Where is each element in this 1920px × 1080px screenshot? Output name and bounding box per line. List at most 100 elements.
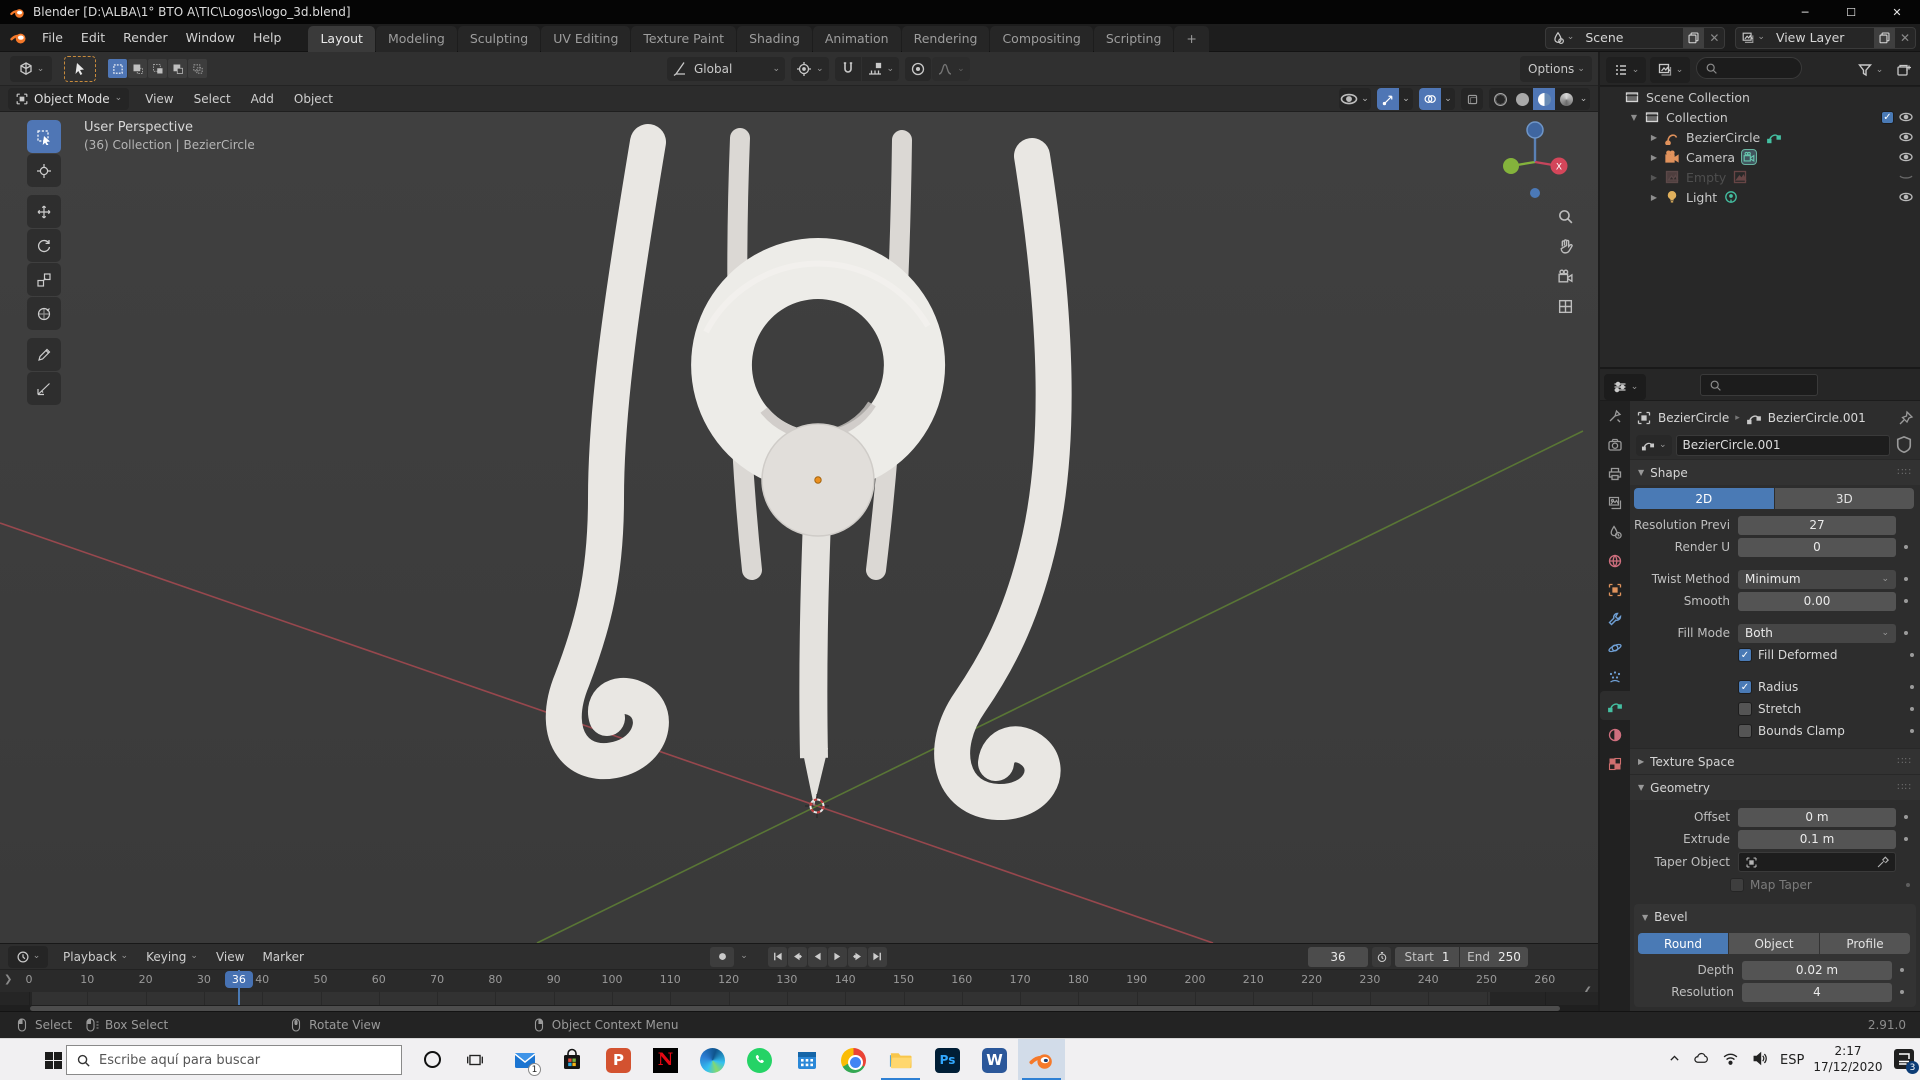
properties-tab-curve-data[interactable] — [1600, 691, 1630, 720]
tool-annotate[interactable] — [27, 338, 61, 371]
outliner-row-light[interactable]: ▶Light — [1600, 187, 1920, 207]
search-input[interactable] — [99, 1053, 392, 1068]
snap-target-dropdown[interactable]: ⌄ — [862, 57, 900, 81]
viewport-menu-view[interactable]: View — [135, 92, 183, 106]
viewport-menu-select[interactable]: Select — [184, 92, 241, 106]
properties-tab-render[interactable] — [1600, 430, 1630, 459]
outliner-row-beziercircle[interactable]: ▶BezierCircle — [1600, 127, 1920, 147]
current-frame-field[interactable]: 36 — [1308, 947, 1368, 967]
tab-rendering[interactable]: Rendering — [902, 26, 990, 52]
animate-dot[interactable] — [1904, 545, 1908, 549]
maximize-button[interactable]: ☐ — [1828, 0, 1874, 24]
properties-tab-modifiers[interactable] — [1600, 604, 1630, 633]
properties-editor-type-button[interactable]: ⌄ — [1604, 374, 1646, 400]
properties-tab-texture[interactable] — [1600, 749, 1630, 778]
scene-selector[interactable]: ⌄ Scene ✕ — [1545, 27, 1726, 49]
bevel-resolution-field[interactable]: 4 — [1742, 983, 1892, 1002]
shield-fake-user-icon[interactable] — [1894, 435, 1914, 455]
transform-orientation-dropdown[interactable]: Global ⌄ — [667, 57, 785, 81]
tool-scale[interactable] — [27, 263, 61, 296]
eye-open-icon[interactable] — [1898, 149, 1914, 165]
tab-scripting[interactable]: Scripting — [1094, 26, 1174, 52]
xray-toggle[interactable] — [1461, 88, 1483, 110]
close-button[interactable]: ✕ — [1874, 0, 1920, 24]
keying-set-dropdown[interactable]: ⌄ — [736, 947, 752, 967]
use-preview-range-toggle[interactable] — [1372, 947, 1391, 967]
expand-channels-icon[interactable]: ❯ — [4, 974, 12, 985]
taskbar-photoshop[interactable]: Ps — [924, 1039, 971, 1080]
checkbox-bounds-clamp[interactable] — [1738, 724, 1752, 738]
bevel-profile-button[interactable]: Profile — [1820, 933, 1910, 954]
unlink-scene-icon[interactable]: ✕ — [1704, 31, 1724, 45]
proportional-editing-toggle[interactable] — [905, 57, 931, 81]
outliner-search[interactable] — [1696, 57, 1802, 79]
view-layer-name[interactable]: View Layer — [1770, 30, 1874, 45]
timeline-menu-marker[interactable]: Marker — [253, 950, 312, 964]
timeline-menu-keying[interactable]: Keying⌄ — [137, 950, 207, 964]
properties-tab-view-layer[interactable] — [1600, 488, 1630, 517]
checkbox-fill-deformed[interactable]: ✓ — [1738, 648, 1752, 662]
breadcrumb-data[interactable]: BezierCircle.001 — [1768, 411, 1866, 425]
disclosure-right-icon[interactable]: ▶ — [1648, 153, 1660, 162]
cortana-icon[interactable] — [424, 1051, 441, 1068]
new-view-layer-button[interactable] — [1874, 28, 1895, 48]
timeline-menu-playback[interactable]: Playback⌄ — [54, 950, 137, 964]
play-reverse-button[interactable] — [808, 947, 827, 967]
properties-tab-scene[interactable] — [1600, 517, 1630, 546]
taskbar-blender[interactable] — [1018, 1039, 1065, 1080]
tool-select-box[interactable] — [27, 120, 61, 153]
taskbar-explorer[interactable] — [877, 1039, 924, 1080]
taskbar-word[interactable]: W — [971, 1039, 1018, 1080]
outliner-row-empty[interactable]: ▶Empty — [1600, 167, 1920, 187]
select-mode-subtract[interactable] — [148, 59, 167, 78]
outliner-display-mode-dropdown[interactable]: ⌄ — [1650, 57, 1690, 83]
menu-file[interactable]: File — [33, 30, 72, 45]
auto-keyframe-toggle[interactable] — [710, 947, 734, 967]
properties-tab-particles[interactable] — [1600, 662, 1630, 691]
outliner-row-collection[interactable]: ▼Collection ✓ — [1600, 107, 1920, 127]
shading-wireframe-button[interactable] — [1489, 88, 1511, 110]
bevel-round-button[interactable]: Round — [1638, 933, 1728, 954]
tab-add[interactable]: + — [1174, 26, 1208, 52]
volume-icon[interactable] — [1751, 1050, 1768, 1070]
editor-type-button[interactable]: ⌄ — [10, 56, 52, 82]
select-mode-extend[interactable] — [128, 59, 147, 78]
taskbar-calendar[interactable] — [783, 1039, 830, 1080]
tab-uv-editing[interactable]: UV Editing — [541, 26, 630, 52]
tool-move[interactable] — [27, 195, 61, 228]
offset-field[interactable]: 0 m — [1738, 808, 1896, 827]
snap-toggle[interactable] — [835, 57, 861, 81]
minimize-button[interactable]: ─ — [1782, 0, 1828, 24]
tab-compositing[interactable]: Compositing — [990, 26, 1092, 52]
language-indicator[interactable]: ESP — [1780, 1053, 1804, 1068]
disclosure-right-icon[interactable]: ▶ — [1648, 133, 1660, 142]
section-geometry[interactable]: ▼ Geometry ∷∷ — [1630, 774, 1920, 800]
viewport-menu-add[interactable]: Add — [241, 92, 284, 106]
camera-view-icon[interactable] — [1557, 268, 1574, 285]
overlays-dropdown[interactable]: ⌄ — [1441, 88, 1455, 110]
tab-texture-paint[interactable]: Texture Paint — [631, 26, 736, 52]
gizmo-dropdown[interactable]: ⌄ — [1399, 88, 1413, 110]
tool-measure[interactable] — [27, 372, 61, 405]
section-bevel[interactable]: ▼ Bevel — [1634, 904, 1916, 930]
tool-rotate[interactable] — [27, 229, 61, 262]
disclosure-right-icon[interactable]: ▶ — [1648, 193, 1660, 202]
select-fill-mode[interactable]: Both⌄ — [1738, 624, 1896, 643]
animate-dot[interactable] — [1910, 653, 1914, 657]
taskbar-mail[interactable]: 1 — [501, 1039, 548, 1080]
ortho-toggle-icon[interactable] — [1557, 298, 1574, 315]
shading-rendered-button[interactable] — [1555, 88, 1577, 110]
breadcrumb-object[interactable]: BezierCircle — [1658, 411, 1729, 425]
blender-menu-icon[interactable] — [10, 29, 27, 46]
eyedropper-icon[interactable] — [1876, 856, 1889, 869]
viewport-3d[interactable]: User Perspective (36) Collection | Bezie… — [0, 112, 1598, 943]
frame-start-field[interactable]: Start1 — [1395, 947, 1459, 967]
outliner-row-scene-collection[interactable]: Scene Collection — [1600, 87, 1920, 107]
field-resolution-previe[interactable]: 27 — [1738, 516, 1896, 535]
scene-name[interactable]: Scene — [1579, 30, 1683, 45]
animate-dot[interactable] — [1900, 990, 1904, 994]
properties-tab-world[interactable] — [1600, 546, 1630, 575]
animate-dot[interactable] — [1904, 599, 1908, 603]
tab-sculpting[interactable]: Sculpting — [458, 26, 540, 52]
bevel-object-button[interactable]: Object — [1729, 933, 1819, 954]
